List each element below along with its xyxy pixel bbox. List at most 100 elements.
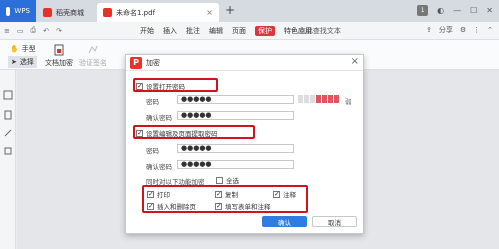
thumbnail-icon[interactable] — [3, 110, 13, 120]
menu-item-protect[interactable]: 保护 — [255, 26, 275, 36]
window-controls: 1 ◐ — ☐ ✕ — [417, 5, 493, 16]
permission-insert-delete[interactable]: 插入和删除页 — [147, 201, 196, 211]
insert-delete-label: 插入和删除页 — [157, 203, 196, 211]
copy-checkbox[interactable] — [215, 190, 222, 198]
print-checkbox[interactable] — [147, 190, 154, 198]
menu-bar: ≡ ▭ ⎙ ↶ ↷ 开始 插入 批注 编辑 页面 保护 特色应用 ⌕ 点此查找文… — [0, 22, 499, 40]
fill-form-checkbox[interactable] — [215, 202, 222, 210]
permission-print[interactable]: 打印 — [147, 189, 170, 199]
annotate-checkbox[interactable] — [273, 190, 280, 198]
title-bar: WPS 稻壳商城 未命名1.pdf × + 1 ◐ — ☐ ✕ — [0, 0, 499, 22]
select-all-option[interactable]: 全选 — [216, 175, 239, 185]
permission-copy[interactable]: 复制 — [215, 189, 238, 199]
edit-password-input[interactable]: ●●●●● — [177, 144, 294, 153]
hand-label: 手型 — [21, 45, 36, 53]
menu-item-annotate[interactable]: 批注 — [186, 26, 200, 36]
edit-password-checkbox[interactable] — [136, 129, 143, 137]
strength-segment — [310, 95, 315, 103]
pdf-logo-icon: P — [130, 57, 142, 69]
share-label[interactable]: 分享 — [439, 25, 453, 35]
signature-icon — [88, 45, 98, 54]
attachment-icon[interactable] — [3, 146, 13, 156]
search-placeholder: 点此查找文本 — [298, 27, 341, 35]
insert-delete-checkbox[interactable] — [147, 202, 154, 210]
skin-icon[interactable]: ◐ — [437, 6, 444, 15]
select-all-label: 全选 — [226, 177, 239, 185]
hamburger-icon[interactable]: ≡ — [4, 27, 10, 35]
dialog-title: 加密 — [146, 59, 160, 67]
dialog-title-bar: P 加密 × — [126, 55, 363, 71]
minimize-icon[interactable]: — — [453, 6, 461, 15]
password-strength-meter — [298, 95, 339, 103]
pdf-icon — [103, 8, 112, 17]
close-window-icon[interactable]: ✕ — [486, 6, 493, 15]
open-password-input[interactable]: ●●●●● — [177, 95, 294, 104]
open-password-option[interactable]: 设置打开密码 — [136, 81, 185, 91]
menu-item-edit[interactable]: 编辑 — [209, 26, 223, 36]
open-password-label: 设置打开密码 — [146, 83, 185, 91]
encrypt-dialog: P 加密 × 设置打开密码 密码 ●●●●● 弱 确认密码 ●●●●● 设置编辑… — [125, 54, 364, 234]
new-tab-icon[interactable]: + — [225, 3, 235, 17]
tab-wps-label: WPS — [14, 7, 30, 15]
select-all-checkbox[interactable] — [216, 176, 223, 184]
permission-annotate[interactable]: 注释 — [273, 189, 296, 199]
store-icon — [43, 8, 52, 17]
close-tab-icon[interactable]: × — [206, 8, 213, 17]
annotation-icon[interactable] — [3, 128, 13, 138]
open-password-field-label: 密码 — [146, 98, 159, 106]
edit-password-option[interactable]: 设置编辑及页面提取密码 — [136, 128, 218, 138]
search-box[interactable]: ⌕ 点此查找文本 — [292, 26, 341, 36]
confirm-password-input[interactable]: ●●●●● — [177, 111, 294, 120]
tab-wps[interactable]: WPS — [0, 0, 36, 22]
copy-label: 复制 — [225, 191, 238, 199]
select-tool-button[interactable]: ➤ 选择 — [8, 56, 37, 68]
confirm-button[interactable]: 确认 — [262, 216, 307, 227]
cursor-icon: ➤ — [11, 58, 17, 66]
cancel-button[interactable]: 取消 — [312, 216, 357, 227]
menu-tabs: 开始 插入 批注 编辑 页面 保护 特色应用 — [140, 26, 312, 36]
print-label: 打印 — [157, 191, 170, 199]
tab-store-label: 稻壳商城 — [56, 8, 84, 17]
encrypt-document-button[interactable]: 文档加密 — [44, 44, 74, 68]
hand-tool-button[interactable]: ✋ 手型 — [10, 44, 36, 54]
maximize-icon[interactable]: ☐ — [470, 6, 477, 15]
annotate-label: 注释 — [283, 191, 296, 199]
settings-icon[interactable]: ⚙ — [460, 26, 466, 34]
search-icon: ⌕ — [292, 26, 296, 35]
undo-icon[interactable]: ↶ — [43, 27, 49, 35]
edit-confirm-input[interactable]: ●●●●● — [177, 160, 294, 169]
encrypt-label: 文档加密 — [45, 59, 73, 67]
bookmark-icon[interactable] — [3, 90, 13, 100]
tab-document-label: 未命名1.pdf — [116, 8, 156, 17]
edit-confirm-field-label: 确认密码 — [146, 163, 172, 171]
password-strength-label: 弱 — [345, 98, 352, 106]
redo-icon[interactable]: ↷ — [56, 27, 62, 35]
strength-segment — [298, 95, 303, 103]
edit-password-label: 设置编辑及页面提取密码 — [146, 130, 218, 138]
open-icon[interactable]: ▭ — [17, 27, 24, 35]
menu-right-tools: ⇪ 分享 ⚙ ⋮ ⌃ — [426, 25, 493, 35]
hand-icon: ✋ — [10, 45, 19, 53]
open-password-checkbox[interactable] — [136, 82, 143, 90]
more-icon[interactable]: ⋮ — [473, 26, 480, 34]
menu-item-insert[interactable]: 插入 — [163, 26, 177, 36]
tab-store[interactable]: 稻壳商城 — [37, 3, 95, 22]
left-sidebar — [0, 70, 16, 249]
strength-segment — [334, 95, 339, 103]
tab-document[interactable]: 未命名1.pdf × — [97, 3, 219, 22]
menu-item-start[interactable]: 开始 — [140, 26, 154, 36]
print-icon[interactable]: ⎙ — [31, 26, 37, 35]
verify-signature-button[interactable]: 验证签名 — [78, 44, 108, 68]
permission-fill-form[interactable]: 填写表单和注释 — [215, 201, 271, 211]
edit-password-field-label: 密码 — [146, 147, 159, 155]
fill-form-label: 填写表单和注释 — [225, 203, 271, 211]
confirm-password-field-label: 确认密码 — [146, 114, 172, 122]
select-label: 选择 — [19, 58, 34, 66]
wps-logo-icon — [6, 6, 11, 16]
notification-badge[interactable]: 1 — [417, 5, 429, 16]
lock-document-icon — [54, 44, 64, 56]
menu-item-page[interactable]: 页面 — [232, 26, 246, 36]
share-icon[interactable]: ⇪ — [426, 26, 432, 34]
dialog-close-icon[interactable]: × — [351, 56, 359, 67]
collapse-icon[interactable]: ⌃ — [487, 26, 493, 34]
